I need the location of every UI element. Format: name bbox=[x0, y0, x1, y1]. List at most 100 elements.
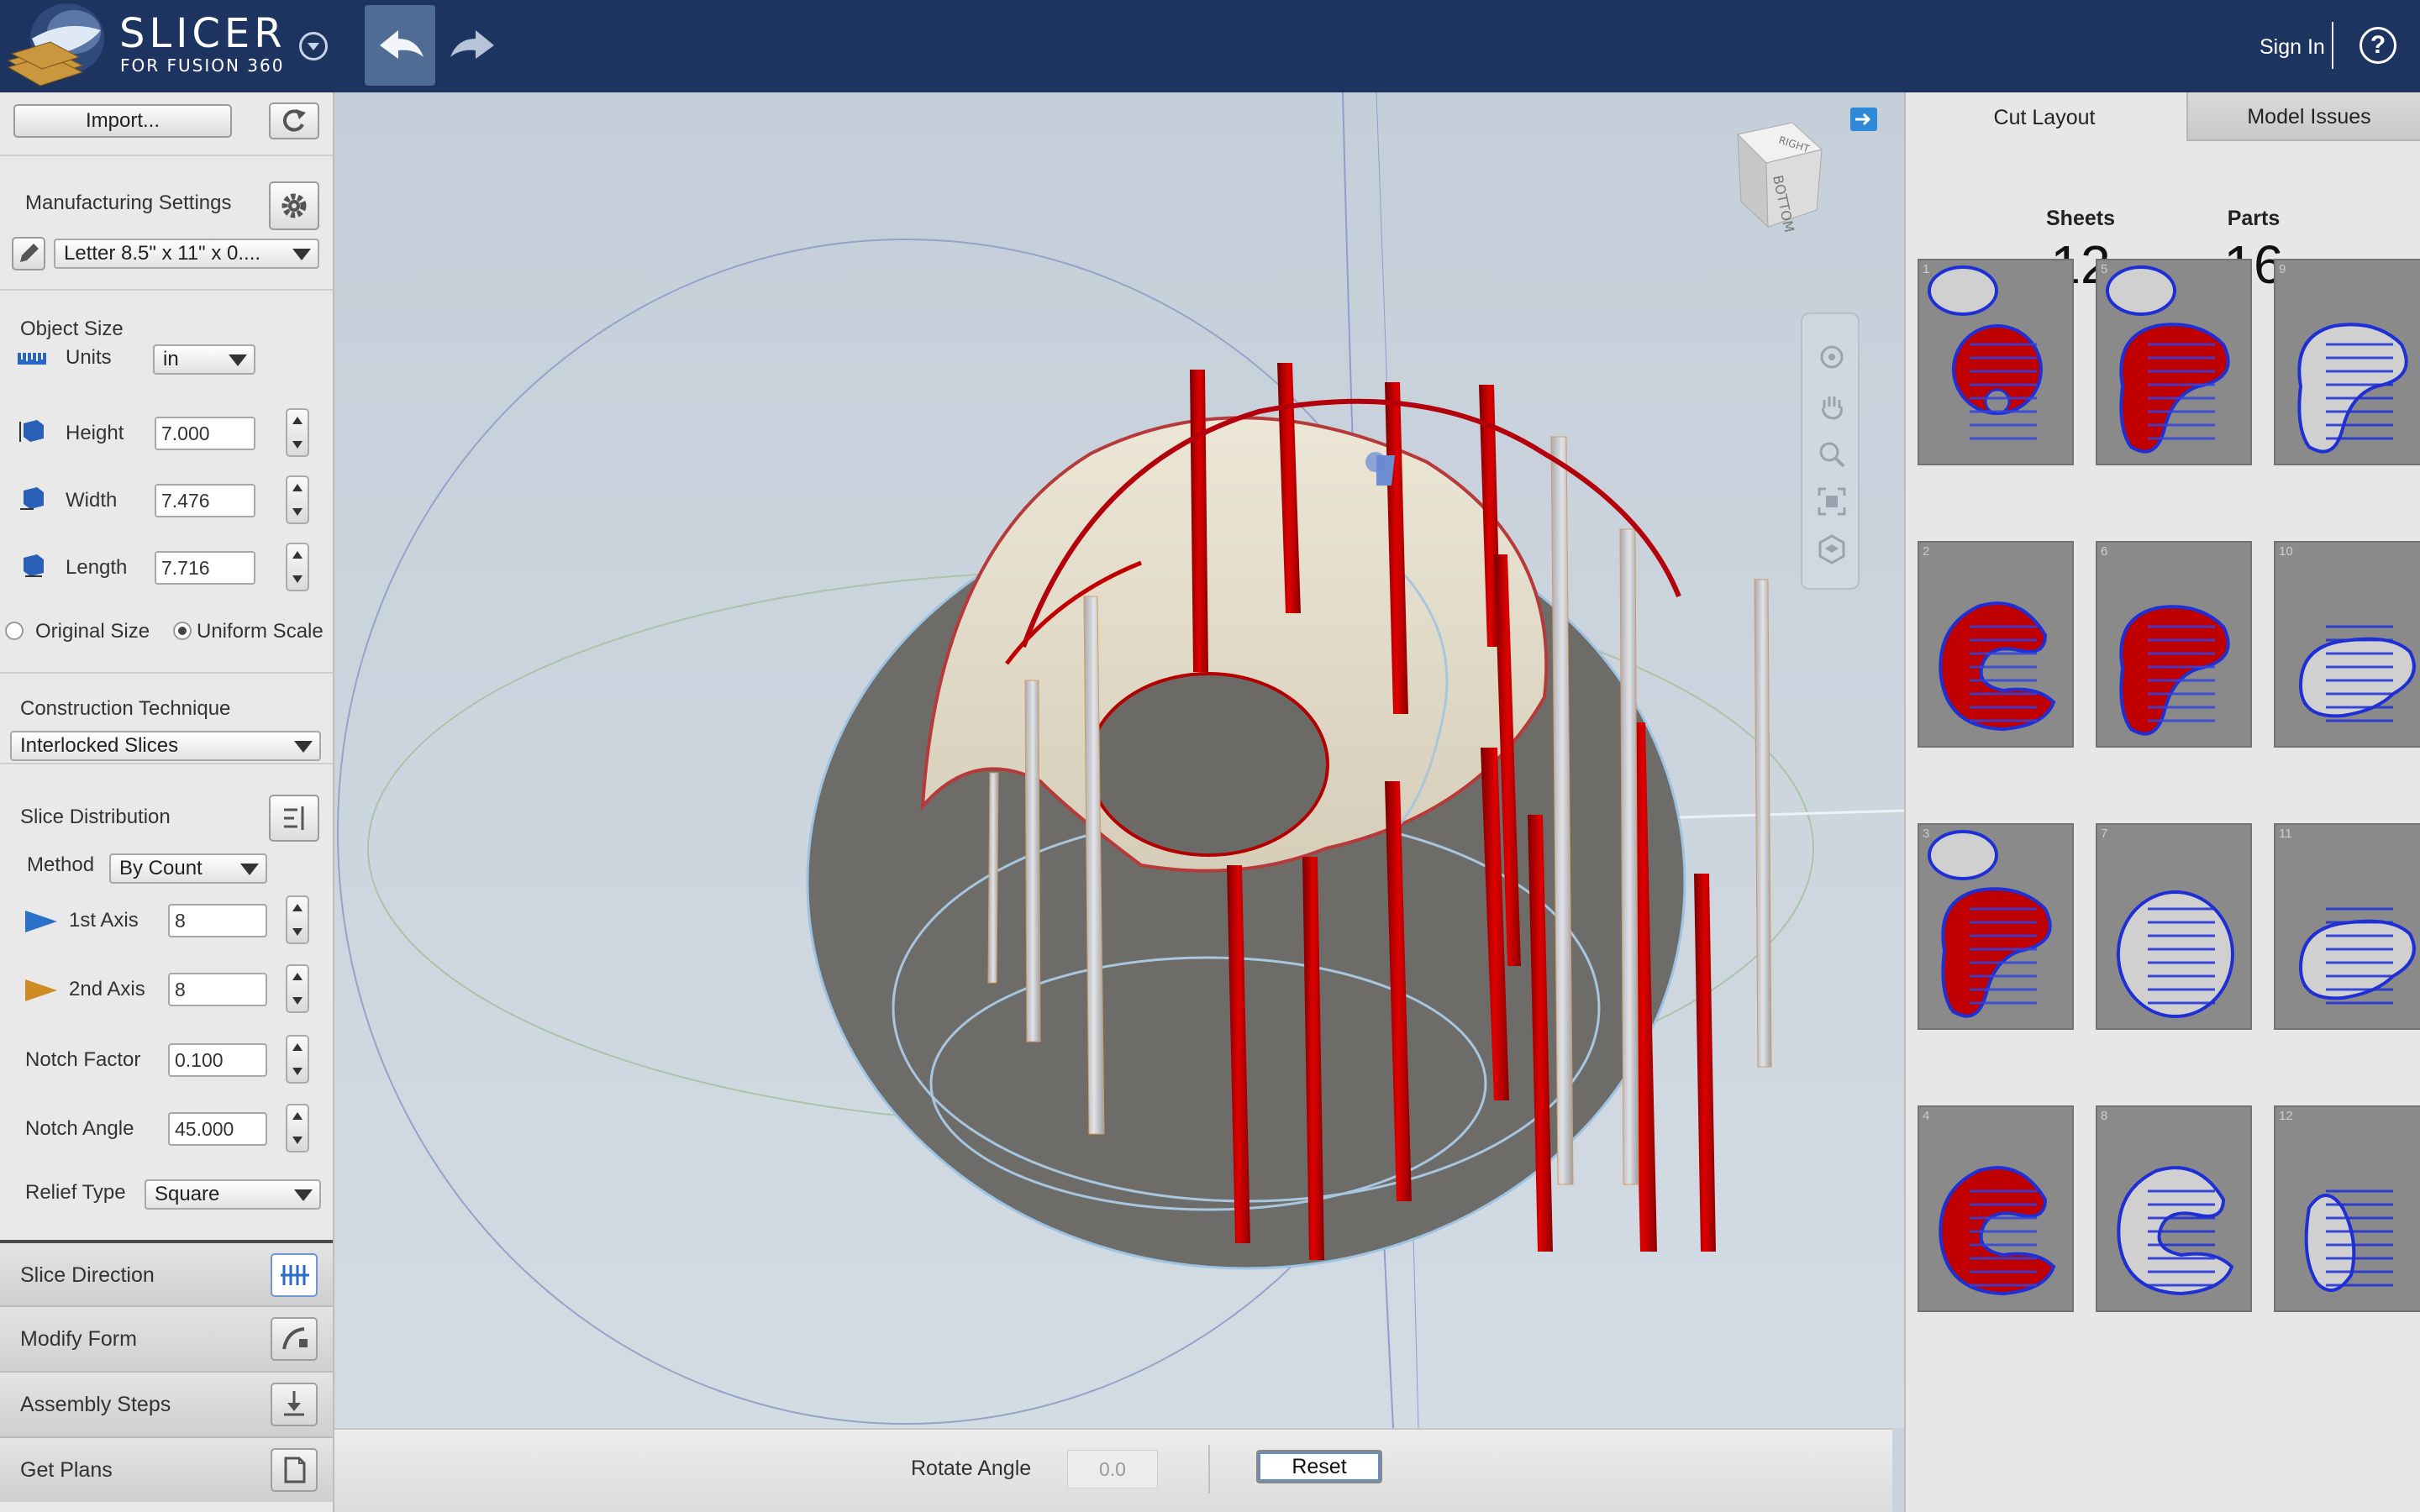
reset-button[interactable]: Reset bbox=[1256, 1450, 1382, 1483]
edit-material-button[interactable] bbox=[12, 237, 45, 270]
sliced-model-render bbox=[334, 92, 1904, 1428]
step-get-plans[interactable]: Get Plans bbox=[0, 1436, 333, 1502]
notch-angle-stepper[interactable] bbox=[286, 1104, 309, 1152]
height-input[interactable]: 7.000 bbox=[155, 417, 255, 450]
refresh-icon bbox=[282, 109, 306, 132]
sheets-label: Sheets bbox=[2046, 207, 2115, 230]
sheet-parts-preview bbox=[2298, 907, 2416, 1005]
modify-form-icon bbox=[271, 1317, 318, 1361]
pan-hand-icon[interactable] bbox=[1816, 390, 1848, 422]
step-assembly-steps-label: Assembly Steps bbox=[20, 1393, 171, 1416]
relief-type-dropdown-value: Square bbox=[155, 1183, 220, 1205]
second-axis-input[interactable]: 8 bbox=[168, 973, 267, 1006]
notch-angle-input[interactable]: 45.000 bbox=[168, 1112, 267, 1146]
first-axis-label: 1st Axis bbox=[69, 909, 139, 932]
redo-button[interactable] bbox=[439, 5, 509, 86]
step-modify-form[interactable]: Modify Form bbox=[0, 1305, 333, 1371]
uniform-scale-radio[interactable] bbox=[173, 622, 192, 640]
width-stepper[interactable] bbox=[286, 475, 309, 524]
sign-in-link[interactable]: Sign In bbox=[2260, 35, 2325, 60]
tab-model-issues[interactable]: Model Issues bbox=[2186, 92, 2420, 141]
slice-distribution-section: Slice Distribution Method By Count 1st A… bbox=[0, 764, 333, 1235]
toggle-panel-button[interactable] bbox=[1850, 108, 1877, 131]
sheet-parts-preview bbox=[2298, 625, 2416, 722]
sheet-parts-preview bbox=[1928, 830, 2052, 1018]
height-stepper[interactable] bbox=[286, 408, 309, 457]
length-input[interactable]: 7.716 bbox=[155, 551, 255, 585]
sheet-thumbnail[interactable]: 4 bbox=[1918, 1105, 2074, 1312]
zoom-icon[interactable] bbox=[1816, 438, 1848, 470]
sheet-thumbnail[interactable]: 8 bbox=[2096, 1105, 2252, 1312]
slice-part-outline bbox=[2298, 919, 2416, 1000]
length-label: Length bbox=[66, 556, 128, 579]
import-button[interactable]: Import... bbox=[13, 104, 232, 138]
step-modify-form-label: Modify Form bbox=[20, 1327, 137, 1351]
slice-part-outline bbox=[1928, 830, 1998, 880]
original-size-radio[interactable] bbox=[5, 622, 24, 640]
sheet-thumbnail[interactable]: 7 bbox=[2096, 823, 2252, 1030]
units-dropdown-value: in bbox=[163, 348, 179, 370]
manufacturing-settings-button[interactable] bbox=[269, 181, 319, 230]
chevron-down-icon bbox=[292, 249, 311, 260]
construction-section: Construction Technique Interlocked Slice… bbox=[0, 672, 333, 764]
notch-factor-stepper[interactable] bbox=[286, 1035, 309, 1084]
length-cube-icon bbox=[24, 554, 44, 577]
list-options-icon bbox=[284, 806, 304, 830]
step-assembly-steps[interactable]: Assembly Steps bbox=[0, 1371, 333, 1436]
tab-cut-layout[interactable]: Cut Layout bbox=[1906, 92, 2183, 144]
material-dropdown-value: Letter 8.5" x 11" x 0.... bbox=[64, 242, 261, 265]
sheet-thumbnail[interactable]: 2 bbox=[1918, 541, 2074, 748]
step-slice-direction-label: Slice Direction bbox=[20, 1263, 155, 1287]
pencil-icon bbox=[20, 244, 39, 262]
help-icon[interactable]: ? bbox=[2360, 27, 2396, 64]
3d-viewport[interactable]: RIGHT BOTTOM bbox=[334, 92, 1904, 1428]
slice-distribution-options-button[interactable] bbox=[269, 795, 319, 842]
first-axis-input[interactable]: 8 bbox=[168, 904, 267, 937]
app-menu-dropdown-icon[interactable] bbox=[299, 32, 328, 60]
construction-dropdown[interactable]: Interlocked Slices bbox=[10, 731, 321, 761]
second-axis-stepper[interactable] bbox=[286, 964, 309, 1013]
step-slice-direction[interactable]: Slice Direction bbox=[0, 1240, 333, 1305]
method-label: Method bbox=[27, 853, 95, 876]
assembly-steps-icon bbox=[271, 1383, 318, 1426]
left-settings-panel: Import... Manufacturing Settings Letter … bbox=[0, 92, 334, 1512]
sheet-thumbnail[interactable]: 11 bbox=[2274, 823, 2420, 1030]
sheet-parts-preview bbox=[2304, 1189, 2393, 1292]
first-axis-stepper[interactable] bbox=[286, 895, 309, 944]
method-dropdown[interactable]: By Count bbox=[109, 853, 267, 884]
sheet-thumbnail[interactable]: 3 bbox=[1918, 823, 2074, 1030]
topbar-divider bbox=[2332, 22, 2333, 69]
view-cube-icon[interactable]: RIGHT BOTTOM bbox=[1712, 118, 1830, 235]
sheet-thumbnail[interactable]: 9 bbox=[2274, 259, 2420, 465]
sheet-thumbnail[interactable]: 6 bbox=[2096, 541, 2252, 748]
second-axis-icon bbox=[25, 979, 57, 1001]
chevron-down-icon bbox=[229, 354, 247, 366]
refresh-button[interactable] bbox=[269, 102, 319, 139]
construction-dropdown-value: Interlocked Slices bbox=[20, 734, 179, 757]
sheet-parts-preview bbox=[1939, 601, 2056, 732]
relief-type-dropdown[interactable]: Square bbox=[145, 1179, 321, 1210]
navigation-toolbar bbox=[1801, 312, 1860, 590]
undo-arrow-icon bbox=[380, 30, 424, 59]
units-dropdown[interactable]: in bbox=[153, 344, 255, 375]
fit-view-icon[interactable] bbox=[1816, 486, 1848, 517]
home-view-icon[interactable] bbox=[1816, 533, 1848, 564]
units-ruler-icon bbox=[18, 353, 46, 365]
undo-button[interactable] bbox=[365, 5, 435, 86]
rotate-angle-input[interactable]: 0.0 bbox=[1067, 1450, 1158, 1488]
object-size-title: Object Size bbox=[20, 318, 124, 340]
sheet-thumbnail[interactable]: 12 bbox=[2274, 1105, 2420, 1312]
width-input[interactable]: 7.476 bbox=[155, 484, 255, 517]
orbit-icon[interactable] bbox=[1816, 341, 1848, 373]
gear-icon bbox=[281, 193, 307, 218]
sheet-thumbnail[interactable]: 10 bbox=[2274, 541, 2420, 748]
notch-factor-input[interactable]: 0.100 bbox=[168, 1043, 267, 1077]
slicer-logo-icon bbox=[7, 3, 104, 87]
arrow-right-icon bbox=[1855, 113, 1871, 126]
material-dropdown[interactable]: Letter 8.5" x 11" x 0.... bbox=[54, 239, 319, 269]
length-stepper[interactable] bbox=[286, 543, 309, 591]
sheet-parts-preview bbox=[2117, 1166, 2234, 1296]
width-cube-icon bbox=[20, 487, 44, 510]
sheet-thumbnail[interactable]: 5 bbox=[2096, 259, 2252, 465]
sheet-thumbnail[interactable]: 1 bbox=[1918, 259, 2074, 465]
